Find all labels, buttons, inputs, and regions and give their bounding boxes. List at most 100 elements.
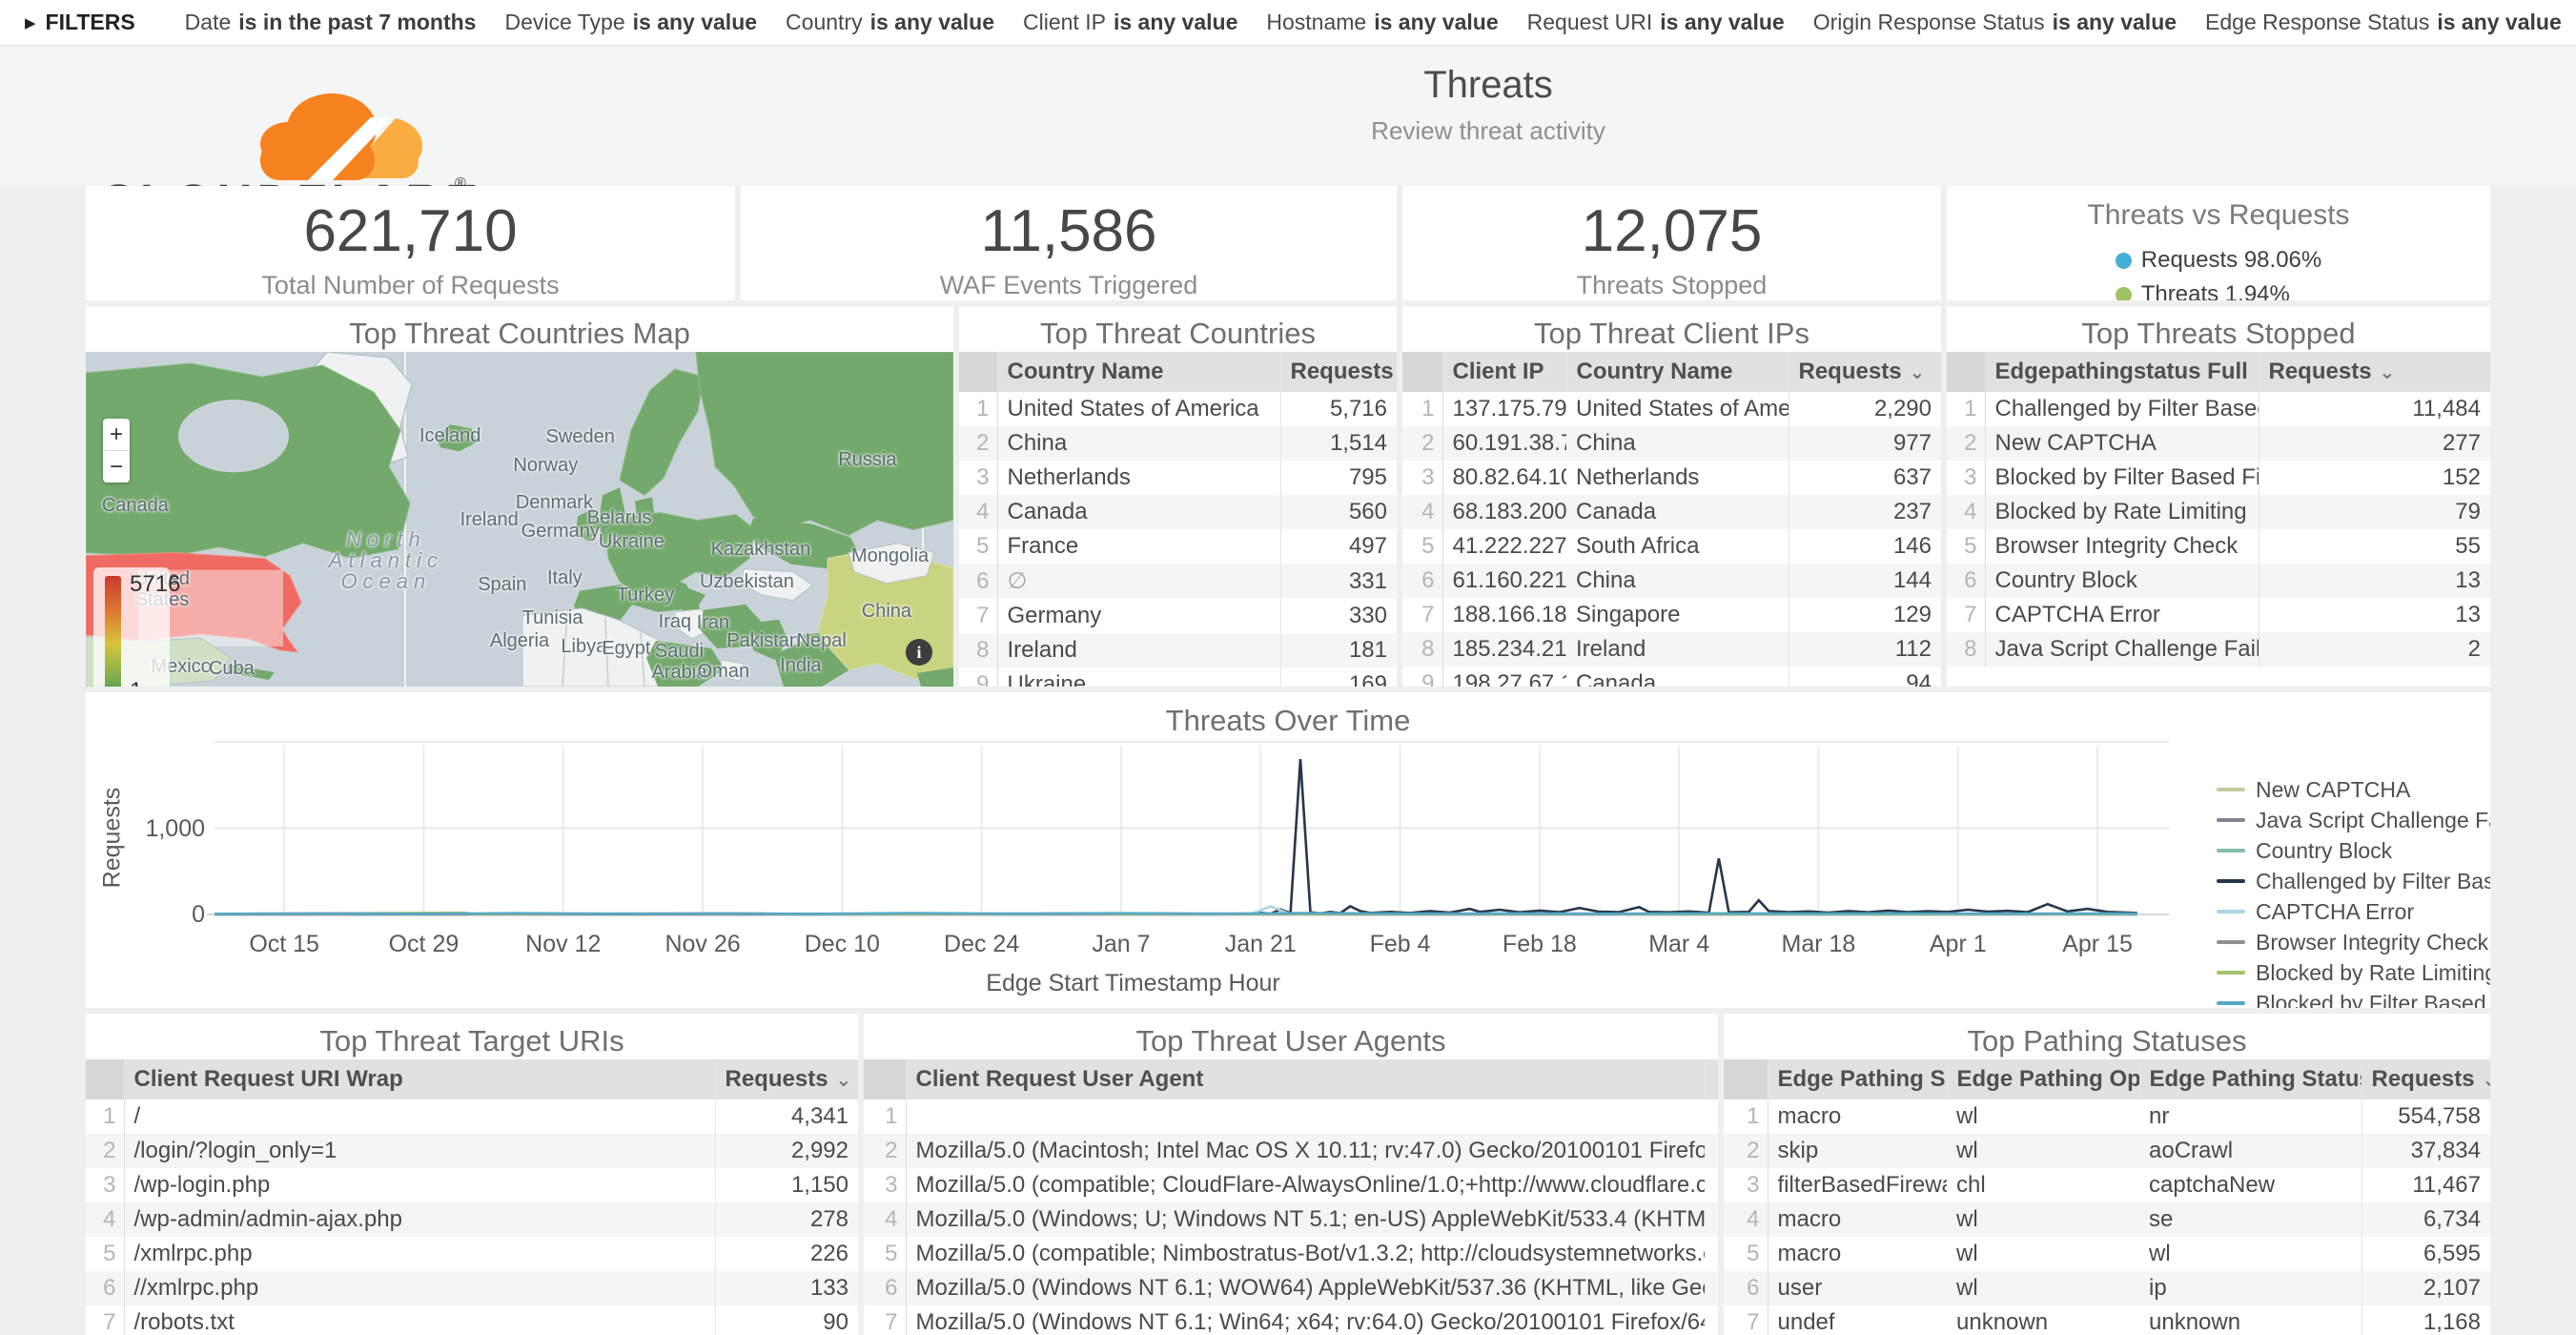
row-index: 5 <box>86 1237 124 1271</box>
x-tick-label: Oct 15 <box>222 931 346 958</box>
legend-line-icon <box>2217 818 2245 822</box>
filter-item[interactable]: Edge Response Status is any value <box>2205 10 2562 35</box>
row-index: 6 <box>864 1271 906 1305</box>
table-cell: 60.191.38.77 <box>1442 426 1566 461</box>
column-header[interactable]: Edge Pathing Op <box>1947 1059 2139 1099</box>
table-cell: Canada <box>1566 495 1789 529</box>
table-cell: //xmlrpc.php <box>124 1271 715 1305</box>
kpi-label: Total Number of Requests <box>86 271 735 300</box>
filter-item[interactable]: Hostname is any value <box>1266 10 1498 35</box>
row-index: 3 <box>1724 1168 1768 1202</box>
table-cell: 554,758 <box>2361 1099 2490 1134</box>
filter-value: is any value <box>1114 10 1237 35</box>
chart-legend: New CAPTCHAJava Script Challenge FailedC… <box>2217 774 2490 1008</box>
table-row: 3/wp-login.php1,150 <box>86 1168 858 1202</box>
table-cell: /wp-login.php <box>124 1168 715 1202</box>
table-cell: filterBasedFirewall <box>1768 1168 1947 1202</box>
column-header[interactable]: Edgepathingstatus Full <box>1985 352 2259 392</box>
legend-item[interactable]: Blocked by Rate Limiting <box>2217 957 2490 988</box>
kpi-label: WAF Events Triggered <box>741 271 1397 300</box>
table-cell: Ukraine <box>997 668 1280 687</box>
top-threat-target-uris-table: Client Request URI WrapRequests⌄1/4,3412… <box>86 1059 858 1335</box>
table-cell: ip <box>2139 1271 2361 1305</box>
zoom-in-button[interactable]: + <box>103 419 130 451</box>
table-row: 2skipwlaoCrawl37,834 <box>1724 1134 2490 1168</box>
table-cell: 11,467 <box>2361 1168 2490 1202</box>
row-index: 4 <box>86 1202 124 1237</box>
info-icon[interactable]: i <box>906 639 932 666</box>
legend-item[interactable]: Java Script Challenge Failed <box>2217 805 2490 835</box>
row-index: 6 <box>1947 564 1985 598</box>
map-canvas[interactable]: CanadaUnited StatesMexicoCubaIcelandIrel… <box>86 352 953 687</box>
row-index: 4 <box>1947 495 1985 529</box>
top-threat-user-agents-panel: Top Threat User Agents Client Request Us… <box>864 1014 1718 1335</box>
x-tick-label: Apr 15 <box>2035 931 2159 958</box>
row-index: 8 <box>1402 632 1442 667</box>
expand-arrow-icon: ▶ <box>25 14 36 31</box>
column-header[interactable]: Requests⌄ <box>1789 352 1941 392</box>
kpi-value: 11,586 <box>741 197 1397 265</box>
table-cell: 61.160.221.73 <box>1442 564 1566 598</box>
table-row: 1137.175.79.166United States of America2… <box>1402 392 1941 426</box>
table-cell: South Africa <box>1566 529 1789 564</box>
legend-item[interactable]: Blocked by Filter Based Firewall <box>2217 988 2490 1008</box>
legend-item[interactable]: Country Block <box>2217 835 2490 866</box>
filter-value: is any value <box>2053 10 2177 35</box>
column-header[interactable]: Country Name <box>997 352 1280 392</box>
sort-chevron-icon: ⌄ <box>2380 362 2396 383</box>
column-header[interactable]: Requests⌄ <box>715 1059 858 1099</box>
x-tick-label: Feb 4 <box>1339 931 1462 958</box>
table-row: 380.82.64.105Netherlands637 <box>1402 461 1941 495</box>
legend-item[interactable]: Browser Integrity Check <box>2217 927 2490 957</box>
column-header[interactable]: Client IP <box>1442 352 1566 392</box>
filter-item[interactable]: Origin Response Status is any value <box>1813 10 2177 35</box>
column-header[interactable]: Client Request User Agent <box>906 1059 1705 1099</box>
table-cell <box>906 1099 1705 1134</box>
row-index: 3 <box>1402 461 1442 495</box>
column-header[interactable]: Edge Pathing Status <box>2139 1059 2361 1099</box>
table-row: 2Mozilla/5.0 (Macintosh; Intel Mac OS X … <box>864 1134 1718 1168</box>
row-index: 1 <box>86 1099 124 1134</box>
table-cell: United States of America <box>997 392 1280 426</box>
filter-item[interactable]: Country is any value <box>786 10 994 35</box>
filter-field-name: Hostname <box>1266 10 1366 35</box>
table-cell: Country Block <box>1985 564 2259 598</box>
legend-item[interactable]: Challenged by Filter Based Firewall <box>2217 866 2490 896</box>
zoom-out-button[interactable]: − <box>103 451 130 483</box>
table-row: 7undefunknownunknown1,168 <box>1724 1305 2490 1335</box>
table-cell: macro <box>1768 1099 1947 1134</box>
table-row: 541.222.227.98South Africa146 <box>1402 529 1941 564</box>
filters-toggle[interactable]: ▶ FILTERS <box>25 10 135 35</box>
top-threat-target-uris-panel: Top Threat Target URIs Client Request UR… <box>86 1014 858 1335</box>
table-cell: Mozilla/5.0 (compatible; Nimbostratus-Bo… <box>906 1237 1705 1271</box>
filter-item[interactable]: Device Type is any value <box>504 10 757 35</box>
legend-label: Requests 98.06% <box>2141 247 2321 274</box>
table-title: Top Pathing Statuses <box>1724 1014 2490 1059</box>
y-axis-label: Requests <box>99 752 127 924</box>
legend-label: Java Script Challenge Failed <box>2256 808 2490 833</box>
column-header[interactable]: Requests⌄ <box>1280 352 1397 392</box>
table-cell: wl <box>1947 1202 2139 1237</box>
chart-series <box>215 759 2137 914</box>
column-header[interactable]: Edge Pathing Src <box>1768 1059 1947 1099</box>
table-row: 3filterBasedFirewallchlcaptchaNew11,467 <box>1724 1168 2490 1202</box>
filter-item[interactable]: Request URI is any value <box>1527 10 1785 35</box>
table-row: 9198.27.67.120Canada94 <box>1402 667 1941 687</box>
row-index: 3 <box>864 1168 906 1202</box>
filter-field-name: Country <box>786 10 863 35</box>
filter-value: is any value <box>2437 10 2561 35</box>
table-cell: Challenged by Filter Based Firewall <box>1985 392 2259 426</box>
table-title: Top Threat Target URIs <box>86 1014 858 1059</box>
legend-item[interactable]: New CAPTCHA <box>2217 774 2490 805</box>
filter-field-name: Date <box>185 10 232 35</box>
column-header[interactable]: Client Request URI Wrap <box>124 1059 715 1099</box>
column-header[interactable]: Requests⌄ <box>2361 1059 2490 1099</box>
filter-item[interactable]: Client IP is any value <box>1023 10 1237 35</box>
row-index: 5 <box>959 529 997 564</box>
clipped-cell <box>1705 1237 1718 1271</box>
table-row: 260.191.38.77China977 <box>1402 426 1941 461</box>
legend-item[interactable]: CAPTCHA Error <box>2217 896 2490 927</box>
column-header[interactable]: Country Name <box>1566 352 1789 392</box>
column-header[interactable]: Requests⌄ <box>2259 352 2490 392</box>
filter-item[interactable]: Date is in the past 7 months <box>185 10 477 35</box>
